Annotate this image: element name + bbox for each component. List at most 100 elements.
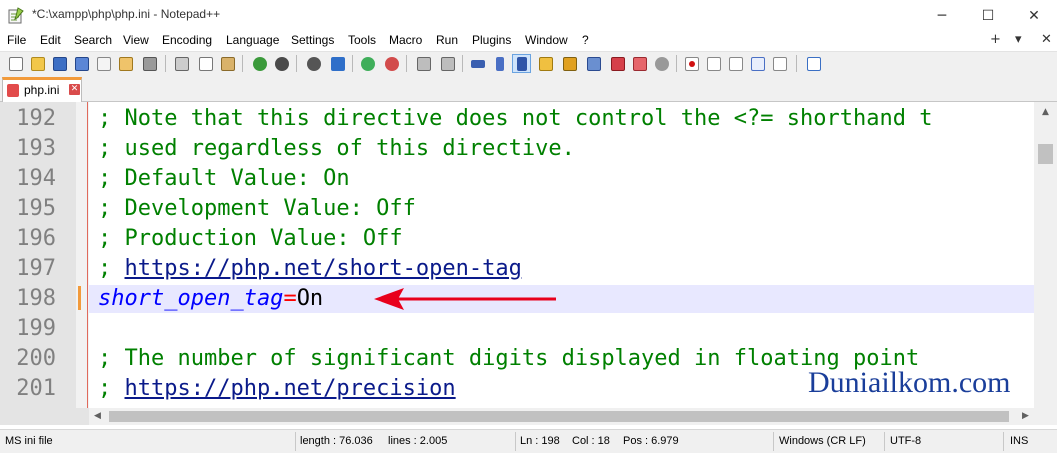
menu-bar: File Edit Search View Encoding Language … bbox=[0, 31, 1057, 51]
new-tab-button[interactable]: + bbox=[990, 32, 1001, 47]
close-all-icon[interactable] bbox=[116, 54, 135, 73]
menu-language[interactable]: Language bbox=[226, 33, 279, 47]
indent-guide-icon[interactable] bbox=[512, 54, 531, 73]
comment-prefix: ; bbox=[98, 256, 125, 281]
panel-icon[interactable] bbox=[804, 54, 823, 73]
directive-equals: = bbox=[283, 286, 297, 311]
menu-window[interactable]: Window bbox=[525, 33, 568, 47]
status-position: Pos : 6.979 bbox=[623, 435, 679, 447]
horizontal-scrollbar[interactable]: ◀ ▶ bbox=[89, 408, 1034, 425]
user-lang-icon[interactable] bbox=[584, 54, 603, 73]
menu-help[interactable]: ? bbox=[582, 33, 589, 47]
tab-list-button[interactable]: ▾ bbox=[1015, 32, 1022, 47]
replace-icon[interactable] bbox=[328, 54, 347, 73]
maximize-button[interactable]: ☐ bbox=[965, 0, 1011, 31]
menu-encoding[interactable]: Encoding bbox=[162, 33, 212, 47]
close-document-button[interactable]: ✕ bbox=[1041, 32, 1052, 47]
menu-macro[interactable]: Macro bbox=[389, 33, 422, 47]
status-eol[interactable]: Windows (CR LF) bbox=[779, 435, 866, 447]
zoom-out-icon[interactable] bbox=[382, 54, 401, 73]
menu-settings[interactable]: Settings bbox=[291, 33, 334, 47]
line-number: 199 bbox=[16, 316, 56, 341]
window-title: *C:\xampp\php\php.ini - Notepad++ bbox=[32, 7, 221, 21]
code-line-comment[interactable]: ; used regardless of this directive. bbox=[98, 134, 575, 164]
scrollbar-corner bbox=[1034, 408, 1057, 425]
menu-view[interactable]: View bbox=[123, 33, 149, 47]
comment-prefix: ; bbox=[98, 376, 125, 401]
play-macro-icon[interactable] bbox=[726, 54, 745, 73]
code-line-comment[interactable]: ; Production Value: Off bbox=[98, 224, 403, 254]
code-line-directive[interactable]: short_open_tag=On bbox=[98, 284, 323, 314]
record-macro-icon[interactable] bbox=[682, 54, 701, 73]
vertical-scrollbar[interactable]: ▲ bbox=[1034, 102, 1057, 408]
code-line-comment[interactable]: ; https://php.net/precision bbox=[98, 374, 456, 404]
function-list-icon[interactable] bbox=[536, 54, 555, 73]
line-number: 194 bbox=[16, 166, 56, 191]
stop-macro-icon[interactable] bbox=[704, 54, 723, 73]
print-icon[interactable] bbox=[140, 54, 159, 73]
undo-icon[interactable] bbox=[250, 54, 269, 73]
close-window-button[interactable]: ✕ bbox=[1011, 0, 1057, 31]
menu-plugins[interactable]: Plugins bbox=[472, 33, 511, 47]
title-bar: *C:\xampp\php\php.ini - Notepad++ ─ ☐ ✕ bbox=[0, 0, 1057, 31]
status-column: Col : 18 bbox=[572, 435, 610, 447]
scroll-right-arrow[interactable]: ▶ bbox=[1017, 408, 1034, 425]
url-link[interactable]: https://php.net/short-open-tag bbox=[125, 256, 522, 281]
copy-icon[interactable] bbox=[196, 54, 215, 73]
scroll-up-arrow[interactable]: ▲ bbox=[1034, 102, 1057, 122]
code-line-comment[interactable]: ; The number of significant digits displ… bbox=[98, 344, 919, 374]
tab-bar: php.ini ✕ bbox=[0, 74, 1057, 102]
sync-horizontal-icon[interactable] bbox=[438, 54, 457, 73]
annotation-arrow bbox=[374, 288, 556, 310]
code-line-comment[interactable]: ; Note that this directive does not cont… bbox=[98, 104, 932, 134]
tab-php-ini[interactable]: php.ini ✕ bbox=[2, 77, 82, 102]
folder-as-workspace-icon[interactable] bbox=[630, 54, 649, 73]
cut-icon[interactable] bbox=[172, 54, 191, 73]
find-icon[interactable] bbox=[304, 54, 323, 73]
new-file-icon[interactable] bbox=[6, 54, 25, 73]
status-line-number: Ln : 198 bbox=[520, 435, 560, 447]
folder-workspace-icon[interactable] bbox=[608, 54, 627, 73]
menu-file[interactable]: File bbox=[7, 33, 26, 47]
code-line-comment[interactable]: ; https://php.net/short-open-tag bbox=[98, 254, 522, 284]
url-link[interactable]: https://php.net/precision bbox=[125, 376, 456, 401]
menu-edit[interactable]: Edit bbox=[40, 33, 61, 47]
status-insert-mode[interactable]: INS bbox=[1010, 435, 1028, 447]
horizontal-scroll-thumb[interactable] bbox=[109, 411, 1009, 422]
monitor-icon[interactable] bbox=[652, 54, 671, 73]
doc-map-icon[interactable] bbox=[560, 54, 579, 73]
paste-icon[interactable] bbox=[218, 54, 237, 73]
open-file-icon[interactable] bbox=[28, 54, 47, 73]
save-icon[interactable] bbox=[50, 54, 69, 73]
line-number: 197 bbox=[16, 256, 56, 281]
tab-close-icon[interactable]: ✕ bbox=[69, 84, 80, 95]
save-all-icon[interactable] bbox=[72, 54, 91, 73]
menu-run[interactable]: Run bbox=[436, 33, 458, 47]
run-macro-multiple-icon[interactable] bbox=[748, 54, 767, 73]
unsaved-file-icon bbox=[7, 84, 19, 97]
minimize-button[interactable]: ─ bbox=[919, 0, 965, 31]
sync-vertical-icon[interactable] bbox=[414, 54, 433, 73]
status-encoding[interactable]: UTF-8 bbox=[890, 435, 921, 447]
editor-area[interactable]: 192 193 194 195 196 197 198 199 200 201 … bbox=[0, 102, 1034, 408]
word-wrap-icon[interactable] bbox=[468, 54, 487, 73]
line-number: 192 bbox=[16, 106, 56, 131]
code-line-comment[interactable]: ; Default Value: On bbox=[98, 164, 350, 194]
menu-search[interactable]: Search bbox=[74, 33, 112, 47]
status-length: length : 76.036 bbox=[300, 435, 373, 447]
code-line-comment[interactable]: ; Development Value: Off bbox=[98, 194, 416, 224]
vertical-scroll-thumb[interactable] bbox=[1038, 144, 1053, 164]
notepadpp-app-icon bbox=[8, 7, 24, 24]
edge-line bbox=[87, 102, 88, 408]
line-number: 193 bbox=[16, 136, 56, 161]
close-icon[interactable] bbox=[94, 54, 113, 73]
gutter-corner bbox=[0, 408, 89, 425]
line-number: 195 bbox=[16, 196, 56, 221]
zoom-in-icon[interactable] bbox=[358, 54, 377, 73]
save-macro-icon[interactable] bbox=[770, 54, 789, 73]
show-all-chars-icon[interactable] bbox=[490, 54, 509, 73]
directive-value: On bbox=[296, 286, 324, 311]
scroll-left-arrow[interactable]: ◀ bbox=[89, 408, 106, 425]
menu-tools[interactable]: Tools bbox=[348, 33, 376, 47]
redo-icon[interactable] bbox=[272, 54, 291, 73]
